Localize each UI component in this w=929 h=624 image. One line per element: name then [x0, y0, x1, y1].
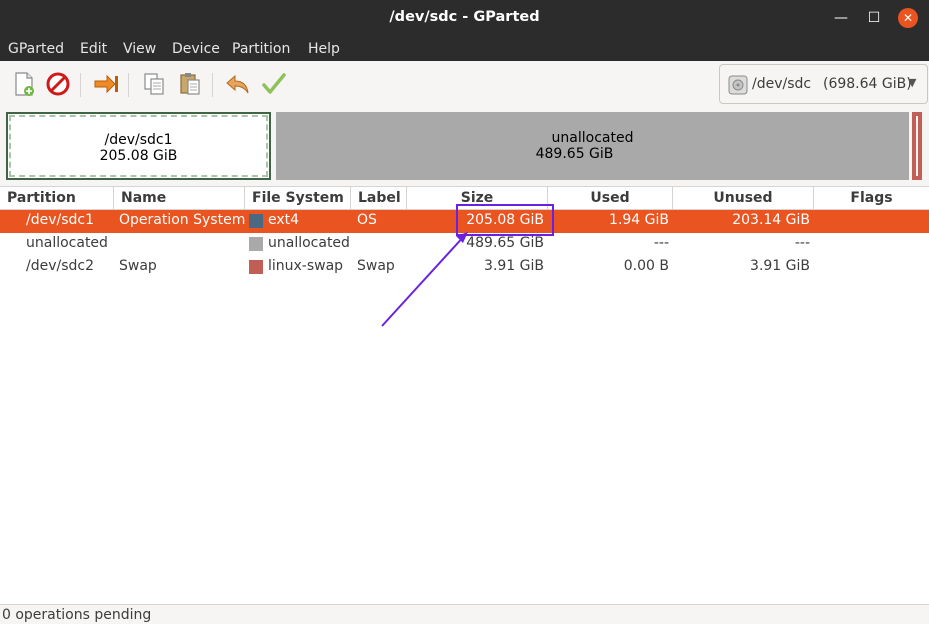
- cell-fs: linux-swap: [268, 258, 344, 274]
- toolbar-separator: [80, 73, 81, 97]
- map-seg2-size: 489.65 GiB: [535, 146, 614, 162]
- menu-gparted[interactable]: GParted: [8, 41, 64, 57]
- apply-button[interactable]: [260, 70, 288, 98]
- gparted-window: /dev/sdc - GParted — ☐ ✕ GParted Edit Vi…: [0, 0, 929, 624]
- cell-partition: /dev/sdc2: [26, 258, 95, 274]
- partition-map-sdc2[interactable]: [912, 112, 922, 180]
- minimize-button[interactable]: —: [831, 8, 851, 28]
- map-seg2-name: unallocated: [551, 130, 634, 146]
- copy-icon: [144, 73, 164, 95]
- toolbar-separator: [128, 73, 129, 97]
- delete-button[interactable]: [44, 70, 72, 98]
- new-partition-icon: [15, 72, 34, 96]
- status-bar: 0 operations pending: [0, 604, 929, 624]
- new-partition-button[interactable]: [10, 70, 38, 98]
- partition-map-unallocated[interactable]: unallocated 489.65 GiB: [276, 112, 909, 180]
- cell-fs: ext4: [268, 212, 300, 228]
- menu-edit[interactable]: Edit: [80, 41, 107, 57]
- fs-color-swatch: [249, 260, 263, 274]
- menu-device[interactable]: Device: [172, 41, 220, 57]
- resize-move-button[interactable]: [92, 70, 120, 98]
- map-seg1-size: 205.08 GiB: [99, 148, 178, 164]
- copy-button[interactable]: [140, 70, 168, 98]
- fs-color-swatch: [249, 237, 263, 251]
- paste-icon: [180, 73, 200, 95]
- window-title: /dev/sdc - GParted: [389, 9, 540, 25]
- col-partition[interactable]: Partition: [0, 187, 114, 209]
- annotation-arrow: [381, 232, 468, 327]
- delete-icon: [46, 72, 70, 96]
- maximize-button[interactable]: ☐: [864, 8, 884, 28]
- title-bar: /dev/sdc - GParted — ☐ ✕: [0, 0, 929, 37]
- cell-fs: unallocated: [268, 235, 350, 251]
- resize-move-icon: [94, 74, 118, 94]
- cell-name: Operation System: [119, 212, 246, 228]
- apply-icon: [262, 73, 286, 94]
- partition-map-sdc1[interactable]: /dev/sdc1 205.08 GiB: [6, 112, 271, 180]
- col-flags[interactable]: Flags: [814, 187, 929, 209]
- device-selector[interactable]: /dev/sdc (698.64 GiB) ▼: [719, 64, 928, 104]
- cell-partition: unallocated: [26, 235, 108, 251]
- device-size: (698.64 GiB): [823, 76, 912, 92]
- cell-partition: /dev/sdc1: [26, 212, 95, 228]
- cell-used: 1.94 GiB: [609, 212, 669, 228]
- cell-used: 0.00 B: [623, 258, 669, 274]
- cell-unused: 3.91 GiB: [750, 258, 810, 274]
- col-label[interactable]: Label: [351, 187, 407, 209]
- paste-button[interactable]: [176, 70, 204, 98]
- col-name[interactable]: Name: [114, 187, 245, 209]
- menu-view[interactable]: View: [123, 41, 156, 57]
- cell-used: ---: [653, 235, 669, 251]
- close-button[interactable]: ✕: [898, 8, 918, 28]
- cell-unused: 203.14 GiB: [732, 212, 810, 228]
- map-seg3-inner: [916, 116, 918, 176]
- map-seg1-name: /dev/sdc1: [104, 132, 173, 148]
- chevron-down-icon: ▼: [908, 76, 917, 89]
- menu-help[interactable]: Help: [308, 41, 340, 57]
- col-file-system[interactable]: File System: [245, 187, 351, 209]
- cell-name: Swap: [119, 258, 157, 274]
- menu-partition[interactable]: Partition: [232, 41, 290, 57]
- partition-map: /dev/sdc1 205.08 GiB unallocated 489.65 …: [0, 108, 929, 186]
- menu-bar: GParted Edit View Device Partition Help: [0, 37, 929, 61]
- status-text: 0 operations pending: [2, 607, 152, 623]
- toolbar-separator: [212, 73, 213, 97]
- device-name: /dev/sdc: [752, 76, 812, 92]
- col-unused[interactable]: Unused: [673, 187, 814, 209]
- hard-disk-icon: [728, 75, 748, 95]
- undo-icon: [226, 74, 249, 94]
- fs-color-swatch: [249, 214, 263, 228]
- col-used[interactable]: Used: [548, 187, 673, 209]
- undo-button[interactable]: [224, 70, 252, 98]
- cell-unused: ---: [794, 235, 810, 251]
